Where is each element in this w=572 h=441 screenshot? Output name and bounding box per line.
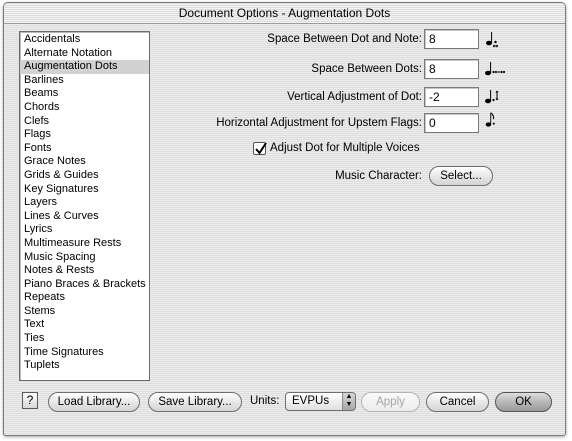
category-item[interactable]: Multimeasure Rests <box>20 237 149 251</box>
dot-vertical-adjust-icon <box>485 90 499 104</box>
note-dot-spacing-icon <box>486 32 499 48</box>
adjust-multiple-voices-checkbox[interactable] <box>253 142 267 155</box>
apply-button[interactable]: Apply <box>361 392 420 412</box>
load-library-button[interactable]: Load Library... <box>48 392 140 412</box>
units-value: EVPUs <box>292 395 330 407</box>
category-item[interactable]: Grids & Guides <box>20 169 149 183</box>
category-item[interactable]: Fonts <box>20 142 149 156</box>
vertical-adjust-label: Vertical Adjustment of Dot: <box>287 91 422 103</box>
popup-arrows-icon: ▲ ▼ <box>342 393 355 410</box>
category-item[interactable]: Chords <box>20 101 149 115</box>
upstem-flag-dot-icon <box>485 112 495 127</box>
save-library-button[interactable]: Save Library... <box>148 392 242 412</box>
dot-note-space-label: Space Between Dot and Note: <box>267 33 422 45</box>
document-options-dialog: Document Options - Augmentation Dots Acc… <box>3 2 566 436</box>
help-button[interactable]: ? <box>22 392 38 409</box>
category-item[interactable]: Barlines <box>20 74 149 88</box>
dots-space-field[interactable]: 8 <box>424 59 479 79</box>
cancel-button[interactable]: Cancel <box>426 392 489 412</box>
category-item[interactable]: Repeats <box>20 291 149 305</box>
ok-button[interactable]: OK <box>495 392 552 412</box>
category-item[interactable]: Clefs <box>20 115 149 129</box>
category-item[interactable]: Beams <box>20 87 149 101</box>
select-music-character-button[interactable]: Select... <box>429 166 493 186</box>
category-item[interactable]: Text <box>20 318 149 332</box>
category-item[interactable]: Layers <box>20 196 149 210</box>
units-label: Units: <box>250 395 280 407</box>
category-item[interactable]: Accidentals <box>20 33 149 47</box>
checkmark-icon <box>255 142 267 155</box>
dots-space-label: Space Between Dots: <box>311 63 422 75</box>
horizontal-upstem-field[interactable]: 0 <box>424 113 479 133</box>
category-item[interactable]: Ties <box>20 332 149 346</box>
category-item[interactable]: Music Spacing <box>20 251 149 265</box>
adjust-multiple-voices-label: Adjust Dot for Multiple Voices <box>270 142 420 154</box>
category-list[interactable]: Accidentals Alternate Notation Augmentatio… <box>19 31 150 381</box>
category-item[interactable]: Grace Notes <box>20 155 149 169</box>
units-select[interactable]: EVPUs ▲ ▼ <box>285 392 356 411</box>
category-item[interactable]: Alternate Notation <box>20 47 149 61</box>
horizontal-upstem-label: Horizontal Adjustment for Upstem Flags: <box>216 117 422 129</box>
vertical-adjust-field[interactable]: -2 <box>424 87 479 107</box>
category-item[interactable]: Augmentation Dots <box>20 60 149 74</box>
dot-note-space-field[interactable]: 8 <box>424 29 479 49</box>
category-item[interactable]: Stems <box>20 305 149 319</box>
window-title: Document Options - Augmentation Dots <box>4 3 565 24</box>
category-item[interactable]: Time Signatures <box>20 346 149 360</box>
music-character-label: Music Character: <box>335 170 422 182</box>
category-item[interactable]: Key Signatures <box>20 183 149 197</box>
category-item[interactable]: Notes & Rests <box>20 264 149 278</box>
category-item[interactable]: Flags <box>20 128 149 142</box>
double-dot-spacing-icon <box>485 62 506 76</box>
category-item[interactable]: Lines & Curves <box>20 210 149 224</box>
category-item[interactable]: Piano Braces & Brackets <box>20 278 149 292</box>
category-item[interactable]: Tuplets <box>20 359 149 373</box>
category-item[interactable]: Lyrics <box>20 223 149 237</box>
